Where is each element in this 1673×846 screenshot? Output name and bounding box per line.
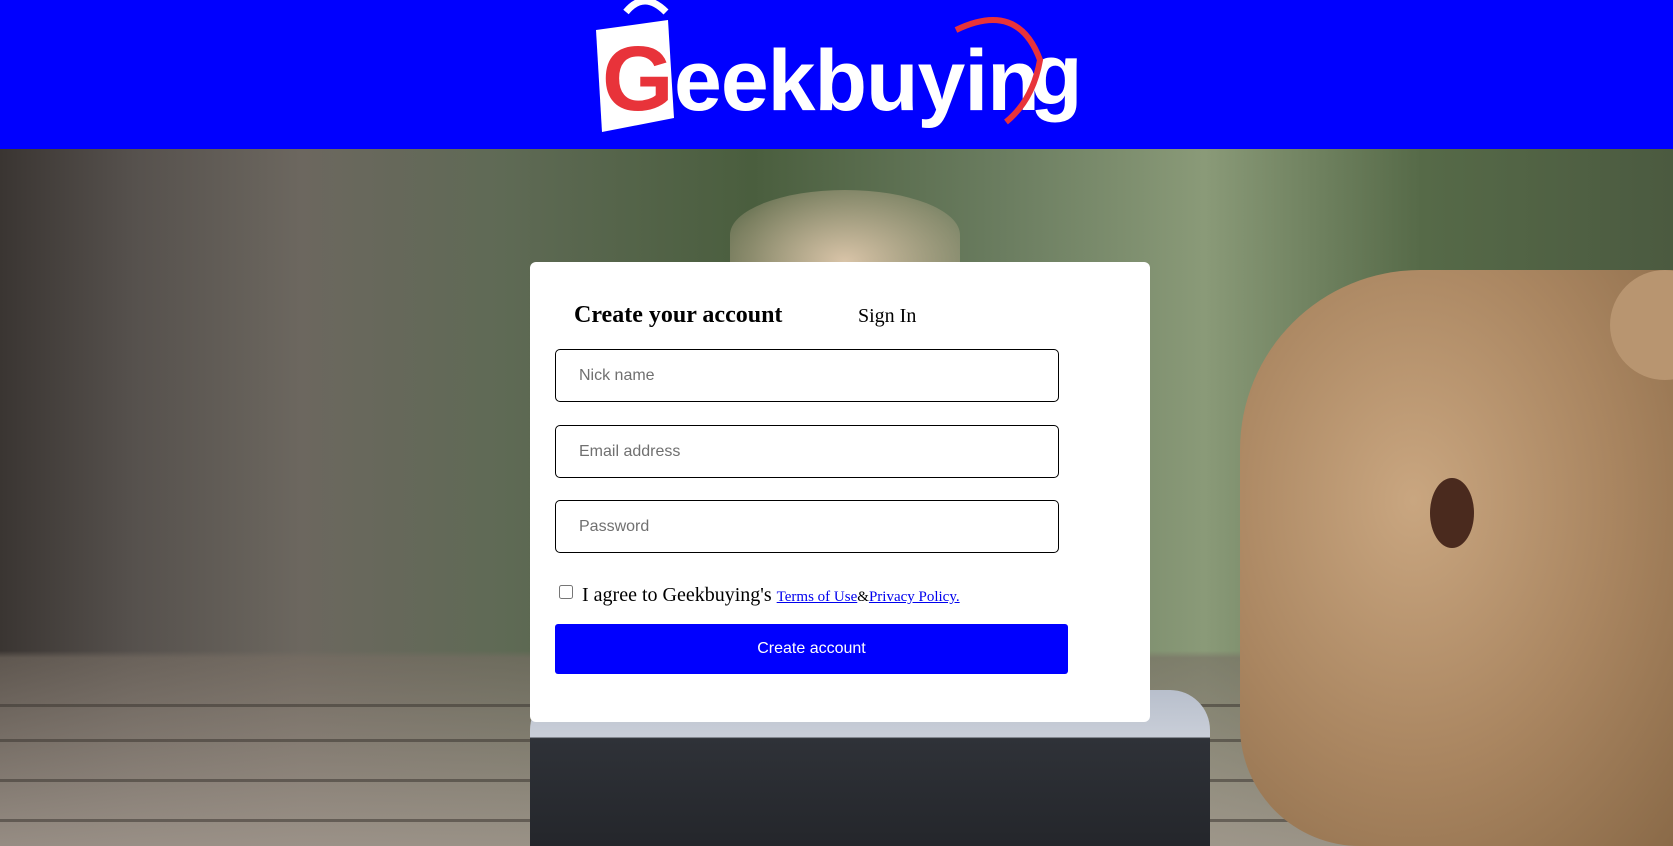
email-input[interactable] [556, 426, 1058, 477]
tab-create-account[interactable]: Create your account [574, 302, 782, 329]
terms-of-use-link[interactable]: Terms of Use [777, 589, 858, 605]
geekbuying-logo[interactable]: G eekbuyin g [588, 0, 1093, 135]
teddy-nose [1430, 478, 1474, 548]
header-bar: G eekbuyin g [0, 0, 1673, 149]
create-account-button[interactable]: Create account [555, 624, 1068, 674]
nickname-field [555, 349, 1059, 402]
terms-agreement: I agree to Geekbuying's Terms of Use&Pri… [559, 584, 960, 607]
teddy-bear [1240, 270, 1673, 846]
nickname-input[interactable] [556, 350, 1058, 401]
agree-checkbox[interactable] [559, 585, 573, 599]
svg-text:G: G [602, 28, 674, 130]
password-input[interactable] [556, 501, 1058, 552]
svg-text:eekbuyin: eekbuyin [674, 33, 1039, 129]
email-field [555, 425, 1059, 478]
agree-separator: & [857, 589, 869, 605]
privacy-policy-link[interactable]: Privacy Policy. [869, 589, 960, 605]
signup-card: Create your account Sign In I agree to G… [530, 262, 1150, 722]
agree-text: I agree to Geekbuying's [582, 584, 777, 606]
password-field [555, 500, 1059, 553]
tab-sign-in[interactable]: Sign In [858, 305, 916, 328]
